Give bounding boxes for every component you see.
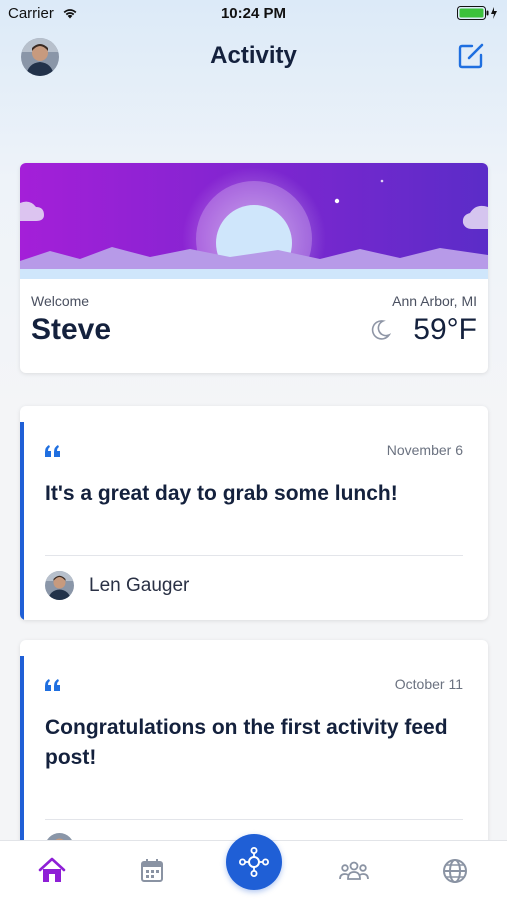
nav-bar: Activity — [0, 30, 507, 86]
user-name: Steve — [31, 313, 112, 346]
weather-banner — [20, 163, 488, 279]
page-title: Activity — [210, 42, 297, 69]
quote-icon — [44, 443, 62, 459]
home-icon[interactable] — [36, 855, 68, 887]
location-label: Ann Arbor, MI — [392, 293, 477, 309]
compose-icon[interactable] — [455, 40, 487, 72]
battery-charging-icon — [457, 6, 499, 24]
post-date: October 11 — [394, 676, 463, 692]
author-name[interactable]: Len Gauger — [89, 575, 189, 597]
globe-icon[interactable] — [439, 855, 471, 887]
post-divider — [45, 555, 463, 556]
post-accent-bar — [20, 656, 24, 850]
quote-icon — [44, 677, 62, 693]
post-text: Congratulations on the first activity fe… — [45, 716, 448, 769]
people-icon[interactable] — [338, 855, 370, 887]
hub-icon — [239, 847, 269, 877]
hub-button[interactable] — [226, 834, 282, 890]
calendar-icon[interactable] — [136, 855, 168, 887]
post-accent-bar — [20, 422, 24, 620]
moon-icon — [369, 319, 392, 341]
post-card[interactable]: October 11 Congratulations on the first … — [20, 640, 488, 850]
temperature: 59°F — [413, 313, 477, 346]
post-date: November 6 — [386, 442, 463, 458]
welcome-label: Welcome — [31, 293, 90, 309]
post-card[interactable]: November 6 It's a great day to grab some… — [20, 406, 488, 620]
post-divider — [45, 819, 463, 820]
status-bar: Carrier 10:24 PM — [0, 0, 507, 28]
welcome-card: Welcome Steve Ann Arbor, MI 59°F — [20, 163, 488, 373]
status-time: 10:24 PM — [220, 5, 287, 22]
post-text: It's a great day to grab some lunch! — [45, 482, 398, 505]
author-avatar[interactable] — [45, 571, 74, 600]
